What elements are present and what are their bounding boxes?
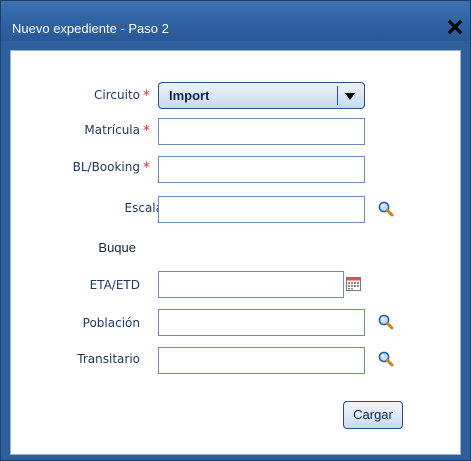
required-marker: * (143, 123, 150, 139)
search-icon[interactable] (378, 351, 394, 367)
dialog-window: Nuevo expediente - Paso 2 (0, 0, 471, 461)
close-icon[interactable] (447, 19, 463, 35)
buque-label: Buque (98, 240, 136, 255)
eta-etd-input[interactable] (158, 271, 344, 298)
search-icon[interactable] (378, 201, 394, 217)
escala-input[interactable] (158, 196, 365, 223)
chevron-down-icon[interactable] (345, 93, 355, 100)
transitario-label: Transitario (77, 352, 140, 366)
cargar-button[interactable]: Cargar (343, 401, 403, 429)
dialog-titlebar[interactable]: Nuevo expediente - Paso 2 (1, 1, 470, 41)
circuito-selected-value: Import (169, 88, 210, 103)
matricula-input[interactable] (158, 118, 365, 145)
eta-etd-label: ETA/ETD (89, 278, 140, 292)
form-panel (10, 50, 461, 455)
circuito-select[interactable]: Import (158, 82, 365, 109)
select-separator (337, 86, 338, 105)
required-marker: * (143, 88, 150, 104)
matricula-label: Matrícula (84, 123, 140, 137)
required-marker: * (143, 160, 150, 176)
calendar-icon[interactable] (346, 277, 361, 291)
search-icon[interactable] (378, 314, 394, 330)
dialog-title: Nuevo expediente - Paso 2 (12, 21, 169, 36)
transitario-input[interactable] (158, 347, 365, 374)
poblacion-input[interactable] (158, 309, 365, 336)
bl-booking-label: BL/Booking (72, 160, 140, 174)
circuito-label: Circuito (94, 88, 140, 102)
poblacion-label: Población (82, 316, 140, 330)
bl-booking-input[interactable] (158, 156, 365, 183)
